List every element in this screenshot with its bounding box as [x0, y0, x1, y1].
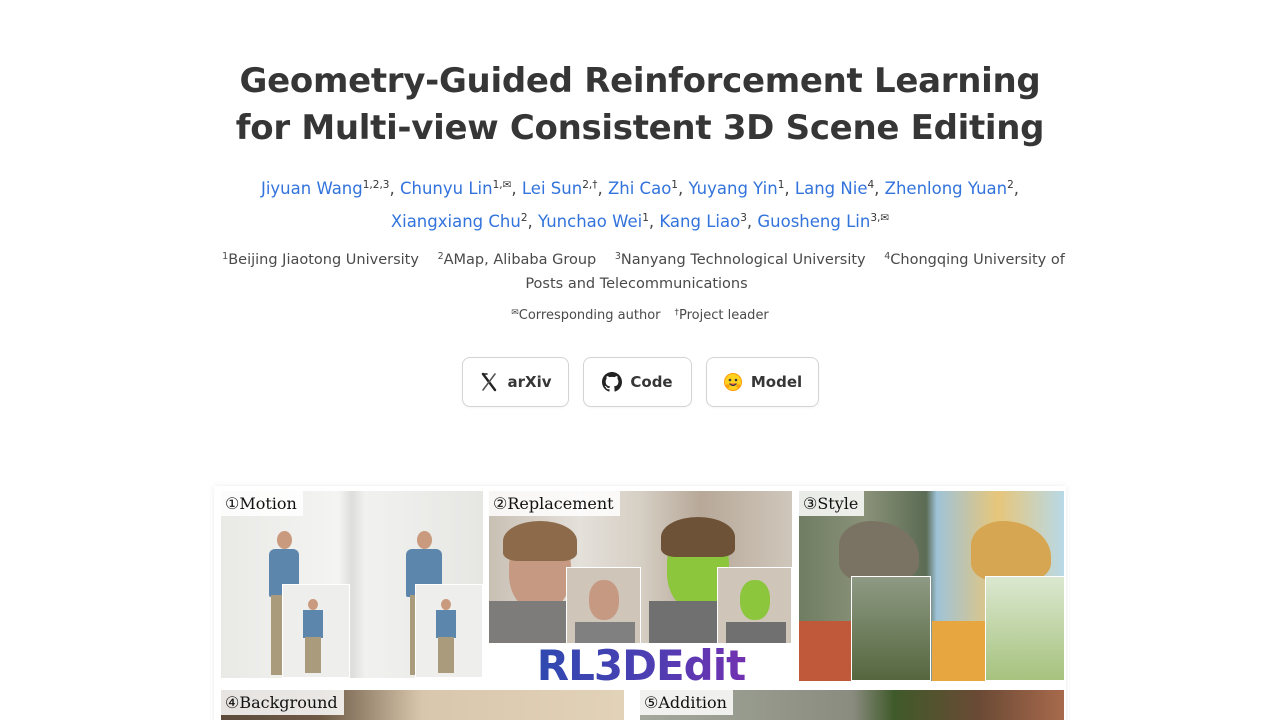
author-link[interactable]: Lang Nie	[795, 179, 868, 198]
affiliation-item: 3Nanyang Technological University	[615, 252, 866, 268]
author-separator: ,	[527, 212, 539, 231]
author-separator: ,	[389, 179, 400, 198]
style-inset	[985, 576, 1064, 681]
note-symbol: ✉	[511, 308, 519, 318]
author-separator: ,	[597, 179, 608, 198]
author-affiliation-sup: 3,✉	[870, 212, 890, 224]
author-affiliation-sup: 2	[1007, 179, 1014, 191]
author-separator: ,	[648, 212, 660, 231]
github-icon	[602, 372, 623, 392]
author-separator: ,	[1013, 179, 1020, 198]
arxiv-button[interactable]: arXiv	[462, 357, 569, 407]
code-button-label: Code	[630, 373, 673, 391]
author-list: Jiyuan Wang1,2,3, Chunyu Lin1,✉, Lei Sun…	[220, 172, 1060, 238]
author-affiliation-sup: 2,†	[582, 179, 598, 191]
background-label: ④Background	[221, 690, 344, 715]
author-link[interactable]: Zhi Cao	[608, 179, 671, 198]
author-affiliation-sup: 2	[520, 212, 528, 224]
addition-panel: ⑤Addition	[640, 690, 1064, 720]
author-notes: ✉Corresponding author †Project leader	[0, 305, 1280, 327]
author-link[interactable]: Jiyuan Wang	[261, 179, 363, 198]
code-button[interactable]: Code	[583, 357, 692, 407]
note-text: Project leader	[679, 308, 769, 323]
replacement-inset	[566, 567, 641, 643]
dinosaur-figure	[839, 521, 919, 581]
author-separator: ,	[511, 179, 522, 198]
author-affiliation-sup: 1,2,3	[362, 179, 390, 191]
affiliation-name: Nanyang Technological University	[620, 252, 866, 268]
author-link[interactable]: Zhenlong Yuan	[885, 179, 1007, 198]
author-link[interactable]: Kang Liao	[659, 212, 740, 231]
background-panel: ④Background	[221, 690, 624, 720]
note-text: Corresponding author	[518, 308, 661, 323]
style-inset	[851, 576, 931, 681]
motion-inset	[415, 584, 483, 678]
affiliation-item: 1Beijing Jiaotong University	[222, 252, 419, 268]
page-title-line-1: Geometry-Guided Reinforcement Learning	[239, 61, 1041, 101]
author-link[interactable]: Guosheng Lin	[757, 212, 870, 231]
style-label: ③Style	[799, 491, 865, 516]
motion-inset	[282, 584, 350, 678]
author-affiliation-sup: 3	[740, 212, 747, 224]
author-affiliation-sup: 1,✉	[492, 179, 512, 191]
motion-panel: ①Motion	[221, 491, 483, 678]
author-affiliation-sup: 1	[642, 212, 649, 224]
style-panel: ③Style	[799, 491, 1064, 681]
author-note: †Project leader	[675, 308, 769, 323]
motion-label: ①Motion	[221, 491, 303, 516]
author-link[interactable]: Chunyu Lin	[400, 179, 493, 198]
author-separator: ,	[746, 212, 758, 231]
page-title-line-2: for Multi-view Consistent 3D Scene Editi…	[235, 108, 1045, 148]
affiliation-item: 2AMap, Alibaba Group	[438, 252, 597, 268]
arxiv-icon	[479, 372, 499, 392]
model-button[interactable]: Model	[706, 357, 819, 407]
model-button-label: Model	[750, 373, 803, 391]
affiliation-name: Beijing Jiaotong University	[228, 252, 419, 268]
arxiv-button-label: arXiv	[507, 373, 552, 391]
author-separator: ,	[874, 179, 885, 198]
huggingface-icon	[723, 372, 743, 392]
affiliation-name: AMap, Alibaba Group	[443, 252, 597, 268]
author-link[interactable]: Lei Sun	[522, 179, 582, 198]
replacement-panel: ②Replacement	[489, 491, 792, 643]
addition-label: ⑤Addition	[640, 690, 733, 715]
page-title: Geometry-Guided Reinforcement Learning f…	[0, 58, 1280, 152]
replacement-inset	[717, 567, 792, 643]
author-link[interactable]: Xiangxiang Chu	[391, 212, 521, 231]
affiliation-list: 1Beijing Jiaotong University 2AMap, Alib…	[214, 248, 1066, 296]
author-link[interactable]: Yuyang Yin	[688, 179, 777, 198]
replacement-label: ②Replacement	[489, 491, 620, 516]
rl3dedit-logo: RL3DEdit	[516, 640, 766, 692]
author-affiliation-sup: 1	[671, 179, 678, 191]
author-link[interactable]: Yunchao Wei	[538, 212, 642, 231]
author-note: ✉Corresponding author	[511, 308, 660, 323]
author-separator: ,	[677, 179, 689, 198]
author-separator: ,	[784, 179, 795, 198]
dinosaur-figure	[971, 521, 1051, 581]
